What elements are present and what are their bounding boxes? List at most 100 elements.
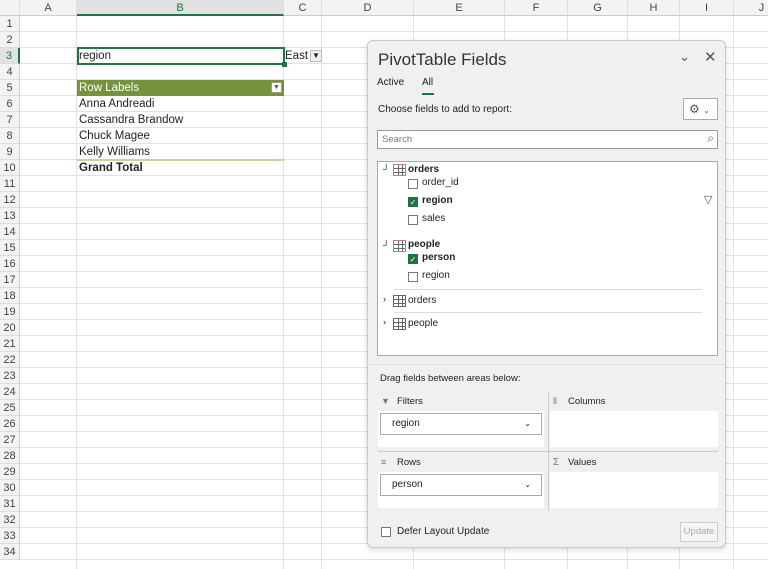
rows-person-item[interactable]: person ⌄ xyxy=(380,474,542,496)
columns-area[interactable] xyxy=(550,411,718,447)
filter-value: East xyxy=(285,50,309,62)
row-header[interactable]: 18 xyxy=(0,288,20,304)
grand-total-label: Grand Total xyxy=(79,162,143,174)
row-header[interactable]: 6 xyxy=(0,96,20,112)
checkbox-sales[interactable] xyxy=(408,215,418,225)
divider xyxy=(378,451,718,452)
column-header[interactable]: B xyxy=(77,0,284,16)
row-header[interactable]: 9 xyxy=(0,144,20,160)
expand-icon[interactable]: › xyxy=(383,294,386,304)
row-header[interactable]: 26 xyxy=(0,416,20,432)
table-icon xyxy=(393,318,406,330)
chevron-down-icon: ⌄ xyxy=(524,419,531,428)
tab-all[interactable]: All xyxy=(422,77,433,88)
expand-icon[interactable]: › xyxy=(383,317,386,327)
table-icon xyxy=(393,295,406,307)
row-header[interactable]: 3 xyxy=(0,48,20,64)
column-header[interactable]: A xyxy=(20,0,77,16)
row-header[interactable]: 30 xyxy=(0,480,20,496)
columns-area-label: Columns xyxy=(568,396,606,407)
update-button[interactable]: Update xyxy=(680,522,718,542)
collapse-orders-icon[interactable]: ┘ xyxy=(383,164,389,174)
row-header[interactable]: 31 xyxy=(0,496,20,512)
defer-layout-checkbox[interactable] xyxy=(381,527,391,537)
checkbox-people-region[interactable] xyxy=(408,272,418,282)
filters-region-item[interactable]: region ⌄ xyxy=(380,413,542,435)
search-input[interactable] xyxy=(378,131,678,147)
settings-gear-button[interactable]: ⚙ ⌄ xyxy=(683,98,718,120)
row-header[interactable]: 11 xyxy=(0,176,20,192)
row-labels-dropdown-icon[interactable]: ▼ xyxy=(271,82,282,93)
column-header[interactable]: H xyxy=(628,0,680,16)
row-header[interactable]: 17 xyxy=(0,272,20,288)
field-list[interactable]: ┘ orders order_id ✓ region ▽ sales ┘ peo… xyxy=(377,161,718,356)
pivottable-fields-pane: PivotTable Fields ⌄ ✕ Active All Choose … xyxy=(367,40,726,548)
row-header[interactable]: 8 xyxy=(0,128,20,144)
collapse-chevron-icon[interactable]: ⌄ xyxy=(679,49,690,65)
row-header[interactable]: 5 xyxy=(0,80,20,96)
row-header[interactable]: 15 xyxy=(0,240,20,256)
filter-area-icon: ▼ xyxy=(381,396,390,406)
row-header[interactable]: 1 xyxy=(0,16,20,32)
row-header[interactable]: 27 xyxy=(0,432,20,448)
row-item: Cassandra Brandow xyxy=(79,114,184,126)
checkbox-region[interactable]: ✓ xyxy=(408,197,418,207)
row-item: Anna Andreadi xyxy=(79,98,155,110)
table-people[interactable]: people xyxy=(408,239,440,250)
column-header[interactable]: G xyxy=(568,0,628,16)
row-header[interactable]: 28 xyxy=(0,448,20,464)
row-header[interactable]: 2 xyxy=(0,32,20,48)
row-item: Chuck Magee xyxy=(79,130,150,142)
row-labels-text: Row Labels xyxy=(79,82,140,94)
gridline xyxy=(76,16,77,569)
field-person[interactable]: person xyxy=(422,252,455,263)
row-header[interactable]: 22 xyxy=(0,352,20,368)
column-header[interactable]: F xyxy=(505,0,568,16)
row-header[interactable]: 29 xyxy=(0,464,20,480)
column-header[interactable]: E xyxy=(414,0,505,16)
row-header[interactable]: 4 xyxy=(0,64,20,80)
field-people-region[interactable]: region xyxy=(422,270,450,281)
row-header[interactable]: 13 xyxy=(0,208,20,224)
row-header[interactable]: 19 xyxy=(0,304,20,320)
collapse-people-icon[interactable]: ┘ xyxy=(383,240,389,250)
row-header[interactable]: 23 xyxy=(0,368,20,384)
chevron-down-icon: ⌄ xyxy=(524,480,531,489)
field-region[interactable]: region xyxy=(422,195,453,206)
table-orders-collapsed[interactable]: orders xyxy=(408,295,436,306)
filter-dropdown-icon[interactable]: ▼ xyxy=(310,50,322,62)
select-all-corner[interactable] xyxy=(0,0,20,16)
checkbox-person[interactable]: ✓ xyxy=(408,254,418,264)
gridline xyxy=(321,16,322,569)
row-header[interactable]: 12 xyxy=(0,192,20,208)
values-area[interactable] xyxy=(550,472,718,508)
row-header[interactable]: 21 xyxy=(0,336,20,352)
checkbox-order-id[interactable] xyxy=(408,179,418,189)
field-order-id[interactable]: order_id xyxy=(422,177,459,188)
row-header[interactable]: 25 xyxy=(0,400,20,416)
column-header[interactable]: J xyxy=(734,0,768,16)
filter-icon: ▽ xyxy=(704,194,713,206)
row-header[interactable]: 20 xyxy=(0,320,20,336)
column-header[interactable]: C xyxy=(284,0,322,16)
row-header[interactable]: 16 xyxy=(0,256,20,272)
table-orders[interactable]: orders xyxy=(408,164,439,175)
close-icon[interactable]: ✕ xyxy=(704,48,717,66)
row-header[interactable]: 14 xyxy=(0,224,20,240)
row-header[interactable]: 34 xyxy=(0,544,20,560)
row-header[interactable]: 24 xyxy=(0,384,20,400)
rows-item-label: person xyxy=(392,479,423,490)
row-header[interactable]: 7 xyxy=(0,112,20,128)
search-box[interactable]: ⌕ xyxy=(377,130,718,149)
tab-active[interactable]: Active xyxy=(377,77,404,88)
row-item: Kelly Williams xyxy=(79,146,150,158)
row-header[interactable]: 10 xyxy=(0,160,20,176)
row-header[interactable]: 32 xyxy=(0,512,20,528)
row-header[interactable]: 33 xyxy=(0,528,20,544)
column-header[interactable]: I xyxy=(680,0,734,16)
table-people-collapsed[interactable]: people xyxy=(408,318,438,329)
gridline xyxy=(283,16,284,569)
column-header[interactable]: D xyxy=(322,0,414,16)
field-sales[interactable]: sales xyxy=(422,213,445,224)
filters-item-label: region xyxy=(392,418,420,429)
